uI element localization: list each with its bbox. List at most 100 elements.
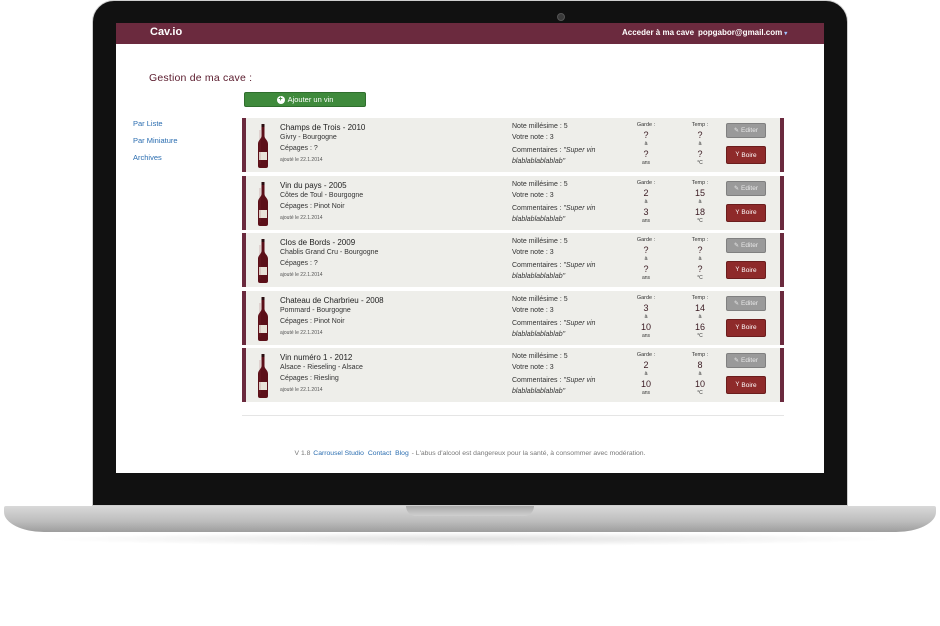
keeping-unit: ans: [641, 160, 651, 166]
pencil-icon: ✎: [733, 128, 740, 134]
temperature-min: 14: [694, 302, 705, 313]
keeping-to: à: [644, 371, 648, 378]
wine-region: Pommard - Bourgogne: [280, 306, 351, 314]
wine-bottle-icon: [258, 124, 268, 168]
drink-button[interactable]: Y Boire: [726, 146, 766, 164]
temperature-range: Temp : ? à ? °C: [680, 237, 720, 281]
temperature-label: Temp :: [691, 179, 709, 186]
temperature-unit: °C: [697, 217, 703, 224]
sidebar-nav: Par Liste Par Miniature Archives: [133, 119, 178, 170]
drink-label: Boire: [741, 381, 757, 389]
temperature-to: à: [698, 313, 702, 320]
keeping-unit: ans: [641, 217, 651, 224]
footer-link-studio[interactable]: Carrousel Studio: [313, 450, 364, 457]
user-rating: Votre note : 3: [512, 191, 554, 199]
wine-name[interactable]: Vin du pays - 2005: [280, 181, 347, 190]
wine-region: Alsace - Rieseling - Alsace: [280, 364, 363, 372]
footer-disclaimer: - L'abus d'alcool est dangereux pour la …: [409, 450, 646, 457]
wine-name[interactable]: Champs de Trois - 2010: [280, 123, 365, 132]
pencil-icon: ✎: [733, 243, 740, 250]
wine-name[interactable]: Vin numéro 1 - 2012: [280, 353, 352, 362]
drink-button[interactable]: Y Boire: [726, 318, 766, 337]
edit-label: Editer: [741, 242, 758, 250]
temperature-range: Temp : 8 à 10 °C: [680, 352, 720, 396]
vintage-rating: Note millésime : 5: [512, 123, 568, 130]
wine-added-date: ajouté le 22.1.2014: [280, 329, 323, 336]
wine-region: Givry - Bourgogne: [280, 134, 337, 141]
wine-grapes: Cépages : ?: [280, 260, 318, 268]
wine-row[interactable]: Vin du pays - 2005 Côtes de Toul - Bourg…: [242, 175, 784, 230]
temperature-min: 8: [697, 360, 703, 371]
keeping-min: 2: [643, 360, 649, 371]
user-rating: Votre note : 3: [512, 249, 554, 257]
edit-button[interactable]: ✎ Editer: [726, 238, 766, 254]
wine-grapes: Cépages : Riesling: [280, 375, 339, 383]
user-rating: Votre note : 3: [512, 134, 554, 141]
keeping-min: ?: [643, 130, 649, 140]
footer-link-contact[interactable]: Contact: [368, 450, 391, 457]
plus-circle-icon: +: [276, 95, 285, 104]
temperature-max: ?: [697, 264, 703, 275]
comment-label: Commentaires :: [512, 262, 564, 270]
edit-label: Editer: [741, 127, 758, 134]
edit-button[interactable]: ✎ Editer: [726, 180, 766, 196]
drink-button[interactable]: Y Boire: [726, 203, 766, 222]
sidebar-item-thumbnails[interactable]: Par Miniature: [133, 136, 178, 145]
glass-icon: Y: [735, 324, 740, 331]
wine-row[interactable]: Chateau de Charbrieu - 2008 Pommard - Bo…: [242, 290, 784, 345]
glass-icon: Y: [735, 267, 740, 274]
temperature-range: Temp : 14 à 16 °C: [680, 295, 720, 339]
wine-row[interactable]: Vin numéro 1 - 2012 Alsace - Rieseling -…: [242, 348, 784, 403]
wine-name[interactable]: Clos de Bords - 2009: [280, 238, 355, 247]
drink-button[interactable]: Y Boire: [726, 261, 766, 280]
wine-row[interactable]: Clos de Bords - 2009 Chablis Grand Cru -…: [242, 233, 784, 288]
keeping-range: Garde : 3 à 10 ans: [626, 295, 666, 339]
comment-label: Commentaires :: [512, 319, 564, 327]
user-rating: Votre note : 3: [512, 364, 554, 372]
vintage-rating: Note millésime : 5: [512, 295, 568, 303]
keeping-label: Garde :: [636, 352, 656, 359]
page-title: Gestion de ma cave :: [149, 72, 253, 84]
keeping-range: Garde : ? à ? ans: [626, 122, 666, 166]
laptop-frame: Cav.io Acceder à ma cave popgabor@gmail.…: [0, 0, 940, 626]
keeping-max: 10: [640, 321, 651, 332]
temperature-min: 15: [694, 187, 705, 198]
edit-label: Editer: [741, 357, 758, 365]
sidebar-item-list[interactable]: Par Liste: [133, 119, 178, 128]
temperature-to: à: [698, 141, 702, 147]
footer-version: V 1.8: [294, 450, 311, 457]
temperature-min: ?: [697, 130, 703, 140]
keeping-to: à: [644, 141, 648, 147]
temperature-to: à: [698, 198, 702, 205]
wine-region: Chablis Grand Cru - Bourgogne: [280, 249, 379, 257]
footer-link-blog[interactable]: Blog: [395, 450, 409, 457]
sidebar-item-archives[interactable]: Archives: [133, 153, 178, 162]
edit-button[interactable]: ✎ Editer: [726, 353, 766, 369]
nav-my-cellar-link[interactable]: Acceder à ma cave: [622, 28, 694, 37]
wine-comment: Commentaires : "Super vin blablablablabl…: [512, 375, 622, 397]
edit-button[interactable]: ✎ Editer: [726, 123, 766, 138]
brand-logo[interactable]: Cav.io: [150, 26, 182, 38]
vintage-rating: Note millésime : 5: [512, 238, 568, 246]
edit-label: Editer: [741, 184, 758, 192]
wine-row[interactable]: Champs de Trois - 2010 Givry - Bourgogne…: [242, 118, 784, 172]
pencil-icon: ✎: [733, 300, 740, 307]
top-navbar: Cav.io Acceder à ma cave popgabor@gmail.…: [116, 23, 824, 44]
wine-name[interactable]: Chateau de Charbrieu - 2008: [280, 296, 384, 305]
drink-label: Boire: [741, 209, 757, 217]
keeping-min: 2: [643, 187, 649, 198]
add-wine-button[interactable]: + Ajouter un vin: [244, 92, 366, 107]
edit-button[interactable]: ✎ Editer: [726, 295, 766, 311]
temperature-label: Temp :: [691, 352, 709, 359]
temperature-unit: °C: [697, 332, 703, 339]
laptop-notch: [406, 506, 534, 516]
wine-comment: Commentaires : "Super vin blablablablabl…: [512, 203, 622, 225]
wine-bottle-icon: [258, 296, 268, 341]
comment-label: Commentaires :: [512, 377, 564, 385]
temperature-label: Temp :: [691, 294, 709, 301]
user-email: popgabor@gmail.com: [698, 28, 783, 37]
keeping-label: Garde :: [636, 179, 656, 186]
drink-button[interactable]: Y Boire: [726, 376, 766, 395]
keeping-unit: ans: [641, 332, 651, 339]
user-menu[interactable]: popgabor@gmail.com ▾: [698, 28, 787, 37]
